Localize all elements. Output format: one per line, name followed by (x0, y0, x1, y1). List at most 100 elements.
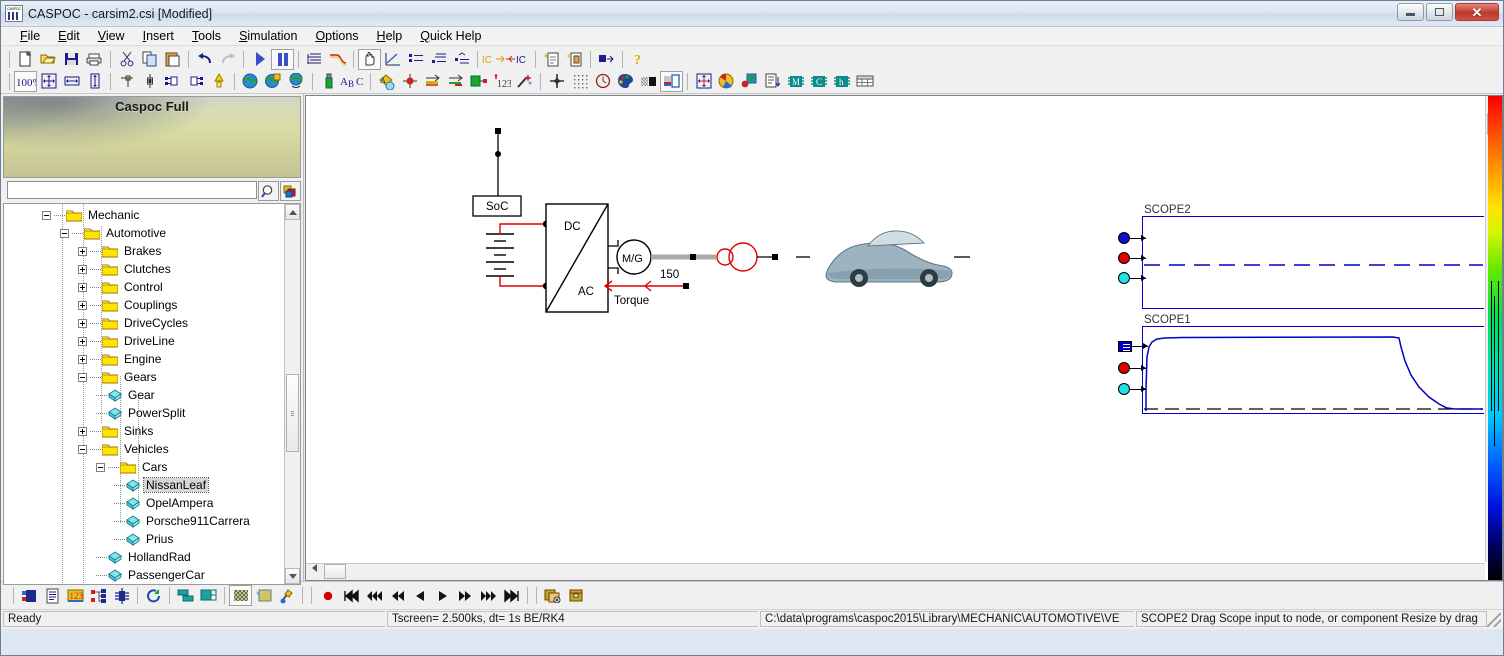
block-edit-icon[interactable] (18, 585, 41, 606)
search-field[interactable] (8, 182, 256, 198)
menu-quick-help[interactable]: Quick Help (411, 28, 490, 44)
globe-world-icon[interactable] (239, 71, 262, 92)
tree-item-clutches[interactable]: Clutches (4, 260, 283, 278)
list-down-icon[interactable] (761, 71, 784, 92)
search-magnifier-icon[interactable] (258, 181, 279, 201)
number-123-icon[interactable]: 123 (490, 71, 513, 92)
print-icon[interactable] (83, 49, 106, 70)
zoom-width-icon[interactable] (60, 71, 83, 92)
zoom-fit-icon[interactable] (37, 71, 60, 92)
tree-item-opelampera[interactable]: OpelAmpera (4, 494, 283, 512)
rewind-fast-icon[interactable] (362, 585, 385, 606)
help-question-icon[interactable]: ? (627, 49, 650, 70)
chip-c-icon[interactable]: C (807, 71, 830, 92)
skip-start-icon[interactable] (339, 585, 362, 606)
document-lines-icon[interactable] (41, 585, 64, 606)
highlighter-icon[interactable] (207, 71, 230, 92)
menu-help[interactable]: Help (368, 28, 412, 44)
crosshair-icon[interactable] (545, 71, 568, 92)
move-all-icon[interactable] (692, 71, 715, 92)
undo-arrow-icon[interactable] (193, 49, 216, 70)
paste-icon[interactable] (161, 49, 184, 70)
schematic-canvas[interactable]: SoC DC AC M/G 150 Torque SCOPE2 SCOPE1 (306, 96, 1484, 562)
image-star-icon[interactable] (252, 585, 275, 606)
paint-roller-icon[interactable] (275, 585, 298, 606)
scope1-pin-3[interactable] (1118, 383, 1146, 395)
close-button[interactable]: ✕ (1455, 3, 1499, 21)
tree-item-engine[interactable]: Engine (4, 350, 283, 368)
tree-item-nissanleaf[interactable]: NissanLeaf (4, 476, 283, 494)
tree-item-control[interactable]: Control (4, 278, 283, 296)
resize-grip[interactable] (1487, 613, 1501, 627)
node-junction-icon[interactable] (115, 71, 138, 92)
library-blocks-icon[interactable] (280, 181, 301, 201)
tree-item-vehicles[interactable]: Vehicles (4, 440, 283, 458)
pause-icon[interactable] (271, 48, 294, 70)
paint-bucket-icon[interactable]: A (375, 71, 398, 92)
block-select-icon[interactable] (595, 49, 618, 70)
menu-options[interactable]: Options (306, 28, 367, 44)
tree-expander[interactable] (78, 246, 87, 256)
align-right-nodes-icon[interactable] (184, 71, 207, 92)
tree-item-brakes[interactable]: Brakes (4, 242, 283, 260)
menu-insert[interactable]: Insert (134, 28, 183, 44)
tree-scroll-up[interactable] (285, 204, 300, 220)
library-tree[interactable]: Mechanic Automotive Brakes Clutches Control C… (3, 203, 301, 585)
magic-wand-icon[interactable] (513, 71, 536, 92)
scope2-pin-3[interactable] (1118, 272, 1146, 284)
chip-m-icon[interactable]: M (784, 71, 807, 92)
scope2-plot[interactable] (1142, 216, 1484, 309)
gradient-arrow-icon[interactable] (444, 71, 467, 92)
scope1-pin-2[interactable] (1118, 362, 1146, 374)
list-indent-icon[interactable] (427, 49, 450, 70)
new-page-star-icon[interactable] (540, 49, 563, 70)
menu-simulation[interactable]: Simulation (230, 28, 306, 44)
tree-item-drivecycles[interactable]: DriveCycles (4, 314, 283, 332)
duplicate-delete-icon[interactable] (541, 585, 564, 606)
tree-item-hollandrad[interactable]: HollandRad (4, 548, 283, 566)
cut-scissors-icon[interactable] (115, 49, 138, 70)
save-disk-icon[interactable] (60, 49, 83, 70)
list-bullets-icon[interactable] (404, 49, 427, 70)
copy-page-star-icon[interactable] (563, 49, 586, 70)
scope1-plot[interactable] (1142, 326, 1484, 414)
pan-hand-icon[interactable] (358, 48, 381, 70)
tree-expander[interactable] (78, 372, 87, 382)
tree-expander[interactable] (78, 282, 87, 292)
scope2-pin-1[interactable] (1118, 232, 1146, 244)
numeric-123-icon[interactable]: 123 (64, 585, 87, 606)
green-block-icon[interactable] (467, 71, 490, 92)
zoom-height-icon[interactable] (83, 71, 106, 92)
tree-item-sinks[interactable]: Sinks (4, 422, 283, 440)
tree-item-gear[interactable]: Gear (4, 386, 283, 404)
palette-icon[interactable] (614, 71, 637, 92)
clock-icon[interactable] (591, 71, 614, 92)
signal-arrow-icon[interactable] (421, 71, 444, 92)
redo-arrow-icon[interactable] (216, 49, 239, 70)
tree-expander[interactable] (78, 300, 87, 310)
red-dot-node-icon[interactable] (398, 71, 421, 92)
tree-scroll-thumb[interactable] (286, 374, 299, 452)
tree-expander[interactable] (78, 264, 87, 274)
rewind-icon[interactable] (385, 585, 408, 606)
archive-icon[interactable] (564, 585, 587, 606)
globe-edit-icon[interactable] (262, 71, 285, 92)
globe-link-icon[interactable] (285, 71, 308, 92)
curve-shape-icon[interactable] (326, 49, 349, 70)
tree-item-prius[interactable]: Prius (4, 530, 283, 548)
align-lines-icon[interactable] (303, 49, 326, 70)
tree-item-mechanic[interactable]: Mechanic (4, 206, 283, 224)
tree-scrollbar[interactable] (284, 204, 300, 584)
copy-icon[interactable] (138, 49, 161, 70)
marker-pen-icon[interactable] (317, 71, 340, 92)
tree-item-gears[interactable]: Gears (4, 368, 283, 386)
tree-expander[interactable] (78, 318, 87, 328)
abc-text-icon[interactable]: ABC (340, 71, 366, 92)
canvas-hscroll-thumb[interactable] (324, 564, 346, 579)
canvas-hscrollbar[interactable] (306, 563, 1485, 580)
tree-expander[interactable] (78, 426, 87, 436)
stack-windows-icon[interactable] (174, 585, 197, 606)
menu-tools[interactable]: Tools (183, 28, 230, 44)
hierarchy-tree-icon[interactable] (87, 585, 110, 606)
contrast-icon[interactable] (637, 71, 660, 92)
